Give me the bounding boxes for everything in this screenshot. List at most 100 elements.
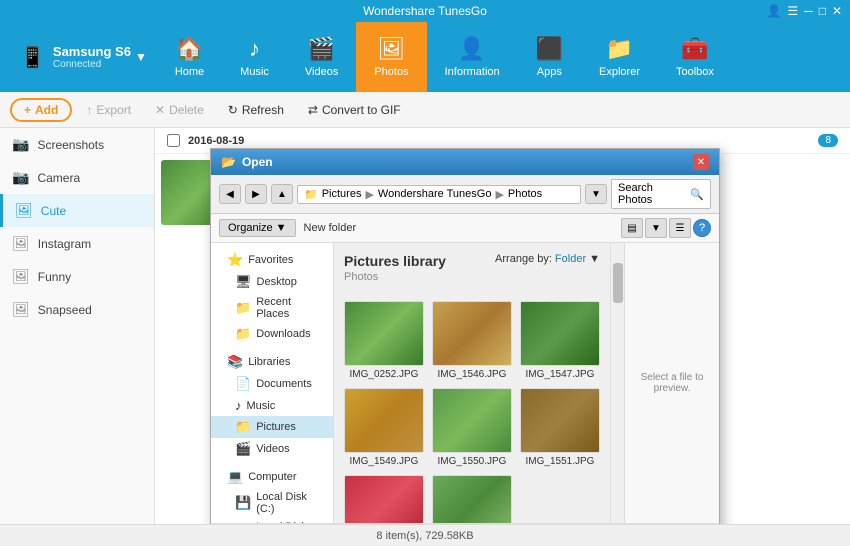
- add-button[interactable]: + Add: [10, 98, 72, 122]
- preview-panel: Select a file to preview.: [624, 243, 719, 523]
- file-thumb-1547: [520, 301, 600, 366]
- nav-item-videos[interactable]: 🎬 Videos: [287, 22, 356, 92]
- nav-music-label: Music: [240, 66, 269, 78]
- user-icon[interactable]: 👤: [766, 4, 781, 18]
- file-item-1546[interactable]: IMG_1546.JPG: [432, 301, 512, 380]
- disk-c-icon: 💾: [235, 495, 251, 511]
- tree-item-favorites[interactable]: ⭐ Favorites: [211, 249, 333, 271]
- tree-item-local-c[interactable]: 💾 Local Disk (C:): [211, 488, 333, 518]
- export-label: Export: [96, 103, 131, 117]
- sidebar-item-cute[interactable]: 🖼 Cute: [0, 194, 154, 227]
- file-item-1552[interactable]: [344, 475, 424, 523]
- desktop-icon: 🖥: [235, 274, 252, 290]
- device-dropdown-icon[interactable]: ▼: [135, 50, 147, 64]
- nav-explorer-label: Explorer: [599, 66, 640, 78]
- nav-item-explorer[interactable]: 📁 Explorer: [581, 22, 658, 92]
- nav-item-photos[interactable]: 🖼 Photos: [356, 22, 426, 92]
- dialog-title-bar: 📂 Open ✕: [211, 149, 719, 175]
- libraries-icon: 📚: [227, 354, 243, 370]
- help-button[interactable]: ?: [693, 219, 711, 237]
- menu-icon[interactable]: ☰: [787, 4, 798, 18]
- dialog-scrollbar[interactable]: [610, 243, 624, 523]
- arrange-value[interactable]: Folder: [555, 253, 586, 265]
- scrollbar-thumb[interactable]: [613, 263, 623, 303]
- videos-icon: 🎬: [308, 36, 335, 62]
- information-icon: 👤: [458, 36, 485, 62]
- nav-item-information[interactable]: 👤 Information: [427, 22, 518, 92]
- tree-item-downloads[interactable]: 📁 Downloads: [211, 323, 333, 345]
- tree-item-local-d[interactable]: 💾 Local Disk (D:): [211, 518, 333, 523]
- new-folder-button[interactable]: New folder: [304, 222, 357, 234]
- file-item-0252[interactable]: IMG_0252.JPG: [344, 301, 424, 380]
- delete-icon: ✕: [155, 103, 165, 117]
- convert-gif-button[interactable]: ⇄ Convert to GIF: [298, 99, 411, 121]
- nav-information-label: Information: [445, 66, 500, 78]
- dialog-search-box[interactable]: Search Photos 🔍: [611, 179, 711, 209]
- nav-item-apps[interactable]: ⬛ Apps: [518, 22, 581, 92]
- sidebar-funny-label: Funny: [38, 270, 71, 284]
- nav-item-home[interactable]: 🏠 Home: [157, 22, 222, 92]
- tree-item-recent[interactable]: 📁 Recent Places: [211, 293, 333, 323]
- videos-tree-icon: 🎬: [235, 441, 251, 457]
- path-dropdown-button[interactable]: ▼: [585, 184, 607, 204]
- nav-home-label: Home: [175, 66, 204, 78]
- back-button[interactable]: ◀: [219, 184, 241, 204]
- nav-items: 🏠 Home ♪ Music 🎬 Videos 🖼 Photos 👤 Infor…: [157, 22, 732, 92]
- dialog-view-buttons: ▤ ▼ ☰ ?: [621, 218, 711, 238]
- tree-item-computer[interactable]: 💻 Computer: [211, 466, 333, 488]
- view-btn-1[interactable]: ▤: [621, 218, 643, 238]
- file-item-1549[interactable]: IMG_1549.JPG: [344, 388, 424, 467]
- file-item-1550[interactable]: IMG_1550.JPG: [432, 388, 512, 467]
- tree-item-libraries[interactable]: 📚 Libraries: [211, 351, 333, 373]
- view-btn-2[interactable]: ▼: [645, 218, 667, 238]
- sidebar-item-camera[interactable]: 📷 Camera: [0, 161, 154, 194]
- pictures-label: Pictures: [256, 421, 296, 433]
- sidebar-item-funny[interactable]: 🖼 Funny: [0, 260, 154, 293]
- search-icon: 🔍: [690, 188, 704, 201]
- tree-item-pictures[interactable]: 📁 Pictures: [211, 416, 333, 438]
- file-name-1546: IMG_1546.JPG: [438, 369, 507, 380]
- file-thumb-1546: [432, 301, 512, 366]
- sidebar-snapseed-label: Snapseed: [38, 303, 92, 317]
- sidebar-item-instagram[interactable]: 🖼 Instagram: [0, 227, 154, 260]
- file-item-1547[interactable]: IMG_1547.JPG: [520, 301, 600, 380]
- app-title: Wondershare TunesGo: [363, 4, 487, 18]
- dialog-right-panel: Pictures library Photos Arrange by: Fold…: [334, 243, 719, 523]
- maximize-btn[interactable]: □: [819, 4, 826, 18]
- close-btn[interactable]: ✕: [832, 4, 842, 18]
- dialog-close-button[interactable]: ✕: [693, 154, 709, 170]
- title-bar: Wondershare TunesGo 👤 ☰ ─ □ ✕: [0, 0, 850, 22]
- minimize-btn[interactable]: ─: [804, 4, 813, 18]
- tree-item-documents[interactable]: 📄 Documents: [211, 373, 333, 395]
- up-button[interactable]: ▲: [271, 184, 293, 204]
- downloads-icon: 📁: [235, 326, 251, 342]
- delete-button[interactable]: ✕ Delete: [145, 99, 214, 121]
- instagram-icon: 🖼: [12, 235, 30, 252]
- export-button[interactable]: ↑ Export: [76, 99, 141, 121]
- nav-item-toolbox[interactable]: 🧰 Toolbox: [658, 22, 732, 92]
- file-item-1553[interactable]: [432, 475, 512, 523]
- dialog-nav: ◀ ▶ ▲ 📁 Pictures ▶ Wondershare TunesGo ▶…: [211, 175, 719, 214]
- snapseed-icon: 🖼: [12, 301, 30, 318]
- add-icon: +: [24, 103, 31, 117]
- nav-videos-label: Videos: [305, 66, 338, 78]
- disk-d-label: Local Disk (D:): [256, 521, 323, 523]
- sidebar-item-snapseed[interactable]: 🖼 Snapseed: [0, 293, 154, 326]
- tree-item-desktop[interactable]: 🖥 Desktop: [211, 271, 333, 293]
- tree-item-videos[interactable]: 🎬 Videos: [211, 438, 333, 460]
- path-part-3: Photos: [508, 188, 542, 200]
- file-name-1549: IMG_1549.JPG: [350, 456, 419, 467]
- forward-button[interactable]: ▶: [245, 184, 267, 204]
- file-name-1547: IMG_1547.JPG: [526, 369, 595, 380]
- file-item-1551[interactable]: IMG_1551.JPG: [520, 388, 600, 467]
- tree-item-music[interactable]: ♪ Music: [211, 395, 333, 416]
- status-text: 8 item(s), 729.58KB: [376, 530, 473, 542]
- library-title: Pictures library: [344, 253, 446, 269]
- nav-item-music[interactable]: ♪ Music: [222, 22, 287, 92]
- file-name-0252: IMG_0252.JPG: [350, 369, 419, 380]
- organize-button[interactable]: Organize ▼: [219, 219, 296, 237]
- view-btn-3[interactable]: ☰: [669, 218, 691, 238]
- sidebar-item-screenshots[interactable]: 📷 Screenshots: [0, 128, 154, 161]
- preview-text: Select a file to preview.: [635, 372, 709, 394]
- refresh-button[interactable]: ↻ Refresh: [218, 99, 294, 121]
